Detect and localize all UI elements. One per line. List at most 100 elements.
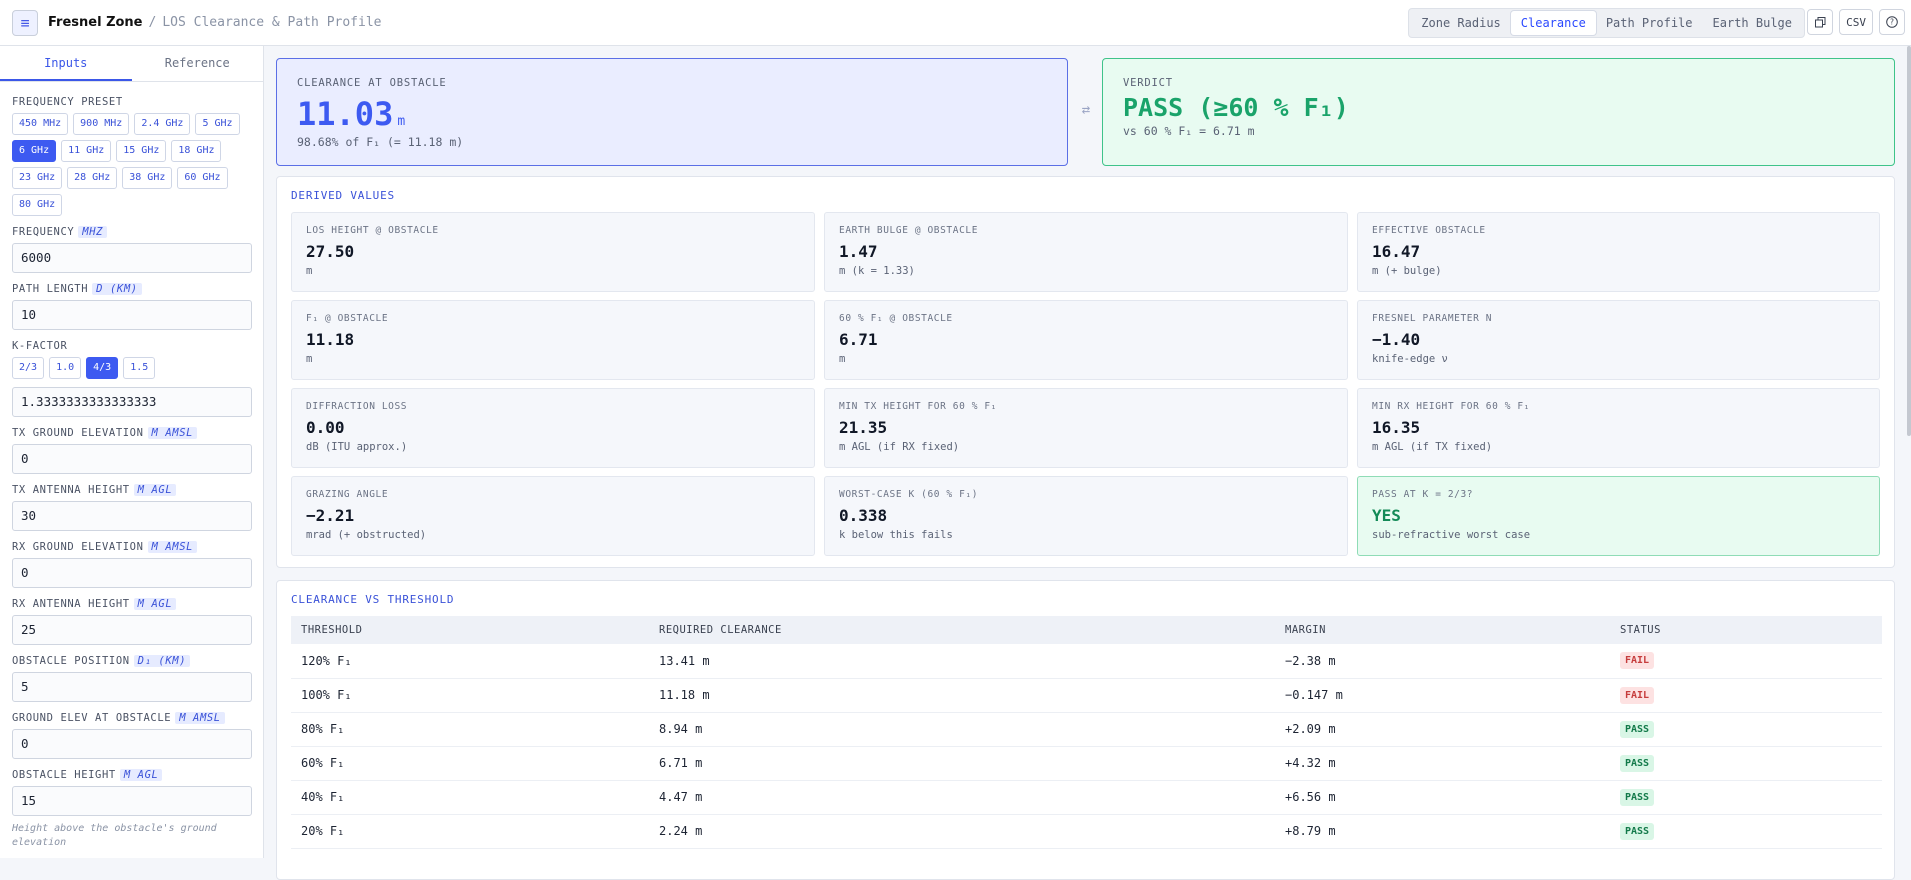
preset-18ghz[interactable]: 18 GHz (171, 140, 222, 162)
breadcrumb-separator: / (148, 15, 157, 30)
required-cell: 6.71 m (649, 746, 1275, 781)
threshold-cell: 120% F₁ (291, 644, 649, 679)
rx-antenna-label: RX Antenna Height m AGL (12, 598, 251, 610)
sidebar-tabs: Inputs Reference (0, 46, 263, 82)
derived-60-f1: 60 % F₁ @ Obstacle 6.71 m (824, 300, 1348, 380)
frequency-input[interactable]: 6000 (12, 243, 252, 273)
status-badge: PASS (1620, 788, 1655, 806)
path-length-input[interactable]: 10 (12, 300, 252, 330)
preset-23ghz[interactable]: 23 GHz (12, 167, 63, 189)
obstacle-height-hint: Height above the obstacle's ground eleva… (12, 823, 217, 848)
table-row: 40% F₁ 4.47 m +6.56 m PASS (291, 780, 1882, 815)
tab-clearance[interactable]: Clearance (1510, 11, 1596, 35)
column-header-threshold: Threshold (291, 616, 649, 644)
derived-min-rx-height: Min RX Height for 60 % F₁ 16.35 m AGL (if … (1357, 388, 1880, 468)
preset-2-4ghz[interactable]: 2.4 GHz (134, 113, 191, 135)
k-preset-2-3[interactable]: 2/3 (12, 357, 45, 379)
preset-15ghz[interactable]: 15 GHz (116, 140, 167, 162)
preset-28ghz[interactable]: 28 GHz (67, 167, 118, 189)
obstacle-height-unit: m AGL (119, 769, 163, 781)
rx-ground-unit: m AMSL (147, 541, 198, 553)
status-cell: FAIL (1610, 678, 1882, 713)
required-cell: 11.18 m (649, 678, 1275, 713)
required-cell: 2.24 m (649, 814, 1275, 849)
rx-ground-input[interactable]: 0 (12, 558, 252, 588)
margin-cell: +8.79 m (1275, 814, 1610, 849)
ground-elev-obstacle-input[interactable]: 0 (12, 729, 252, 759)
verdict-value: PASS (≥60 % F₁) (1123, 93, 1349, 122)
preset-900mhz[interactable]: 900 MHz (73, 113, 130, 135)
clearance-card: Clearance at Obstacle 11.03 m 98.68% of F… (276, 58, 1068, 166)
required-cell: 13.41 m (649, 644, 1275, 679)
threshold-panel: Clearance vs Threshold Threshold Require… (276, 580, 1895, 880)
preset-11ghz[interactable]: 11 GHz (61, 140, 112, 162)
main-scrollbar[interactable] (1907, 46, 1911, 436)
status-badge: PASS (1620, 720, 1655, 738)
csv-export-button[interactable]: CSV (1839, 9, 1873, 35)
menu-icon[interactable]: ≡ (12, 9, 38, 36)
swap-icon: ⇄ (1081, 102, 1091, 118)
obstacle-height-input[interactable]: 15 (12, 786, 252, 816)
tab-zone-radius[interactable]: Zone Radius (1411, 11, 1510, 35)
copy-icon[interactable] (1807, 9, 1834, 35)
page-subtitle: LOS Clearance & Path Profile (162, 15, 382, 30)
obstacle-position-input[interactable]: 5 (12, 672, 252, 702)
derived-values-panel: Derived Values LOS Height @ Obstacle 27.5… (276, 176, 1895, 568)
preset-80ghz[interactable]: 80 GHz (12, 194, 63, 216)
preset-60ghz[interactable]: 60 GHz (177, 167, 228, 189)
tab-inputs[interactable]: Inputs (0, 46, 132, 81)
frequency-unit: MHz (78, 226, 108, 238)
tx-ground-label: TX Ground Elevation m AMSL (12, 427, 251, 439)
column-header-margin: Margin (1275, 616, 1610, 644)
verdict-caption: Verdict (1123, 77, 1173, 89)
tab-path-profile[interactable]: Path Profile (1596, 11, 1703, 35)
margin-cell: +6.56 m (1275, 780, 1610, 815)
preset-450mhz[interactable]: 450 MHz (12, 113, 69, 135)
preset-38ghz[interactable]: 38 GHz (122, 167, 173, 189)
derived-worst-case-k: Worst-Case k (60 % F₁) 0.338 k below this … (824, 476, 1348, 556)
k-preset-4-3[interactable]: 4/3 (86, 357, 119, 379)
verdict-card: Verdict PASS (≥60 % F₁) vs 60 % F₁ = 6.7… (1102, 58, 1895, 166)
tab-earth-bulge[interactable]: Earth Bulge (1703, 11, 1802, 35)
ground-elev-obstacle-unit: m AMSL (175, 712, 225, 724)
verdict-sub: vs 60 % F₁ = 6.71 m (1123, 124, 1255, 138)
derived-values-title: Derived Values (291, 189, 395, 202)
preset-5ghz[interactable]: 5 GHz (195, 113, 240, 135)
help-icon[interactable]: ? (1879, 9, 1905, 35)
table-row: 80% F₁ 8.94 m +2.09 m PASS (291, 712, 1882, 747)
frequency-presets: 450 MHz 900 MHz 2.4 GHz 5 GHz 6 GHz 11 G… (12, 113, 252, 216)
tx-antenna-unit: m AGL (133, 484, 177, 496)
status-cell: FAIL (1610, 644, 1882, 679)
status-badge: FAIL (1620, 652, 1655, 670)
sidebar: Inputs Reference Frequency Preset 450 MH… (0, 46, 264, 858)
threshold-cell: 100% F₁ (291, 678, 649, 713)
derived-grazing-angle: Grazing Angle −2.21 mrad (+ obstructed) (291, 476, 815, 556)
rx-antenna-input[interactable]: 25 (12, 615, 252, 645)
tx-ground-unit: m AMSL (147, 427, 198, 439)
margin-cell: +4.32 m (1275, 746, 1610, 781)
table-row: 120% F₁ 13.41 m −2.38 m FAIL (291, 644, 1882, 679)
derived-grid: LOS Height @ Obstacle 27.50 m Earth Bulge … (291, 212, 1880, 556)
threshold-title: Clearance vs Threshold (291, 593, 455, 606)
path-length-unit: d (km) (92, 283, 142, 295)
preset-6ghz[interactable]: 6 GHz (12, 140, 57, 162)
k-preset-1-5[interactable]: 1.5 (123, 357, 156, 379)
table-row: 20% F₁ 2.24 m +8.79 m PASS (291, 814, 1882, 849)
derived-pass-at-k: Pass at k = 2/3? YES sub-refractive worst … (1357, 476, 1880, 556)
frequency-label: Frequency MHz (12, 226, 251, 238)
frequency-preset-label: Frequency Preset (12, 96, 123, 108)
k-factor-input[interactable]: 1.3333333333333333 (12, 387, 252, 417)
status-cell: PASS (1610, 814, 1882, 849)
column-header-status: Status (1610, 616, 1882, 644)
tab-reference[interactable]: Reference (132, 46, 264, 81)
threshold-cell: 20% F₁ (291, 814, 649, 849)
obstacle-position-unit: d₁ (km) (133, 655, 191, 667)
clearance-unit: m (397, 114, 406, 129)
tx-ground-input[interactable]: 0 (12, 444, 252, 474)
margin-cell: +2.09 m (1275, 712, 1610, 747)
clearance-sub: 98.68% of F₁ (= 11.18 m) (297, 135, 464, 149)
threshold-table: Threshold Required Clearance Margin Stat… (291, 616, 1882, 849)
clearance-caption: Clearance at Obstacle (297, 77, 447, 89)
tx-antenna-input[interactable]: 30 (12, 501, 252, 531)
k-preset-1-0[interactable]: 1.0 (49, 357, 82, 379)
